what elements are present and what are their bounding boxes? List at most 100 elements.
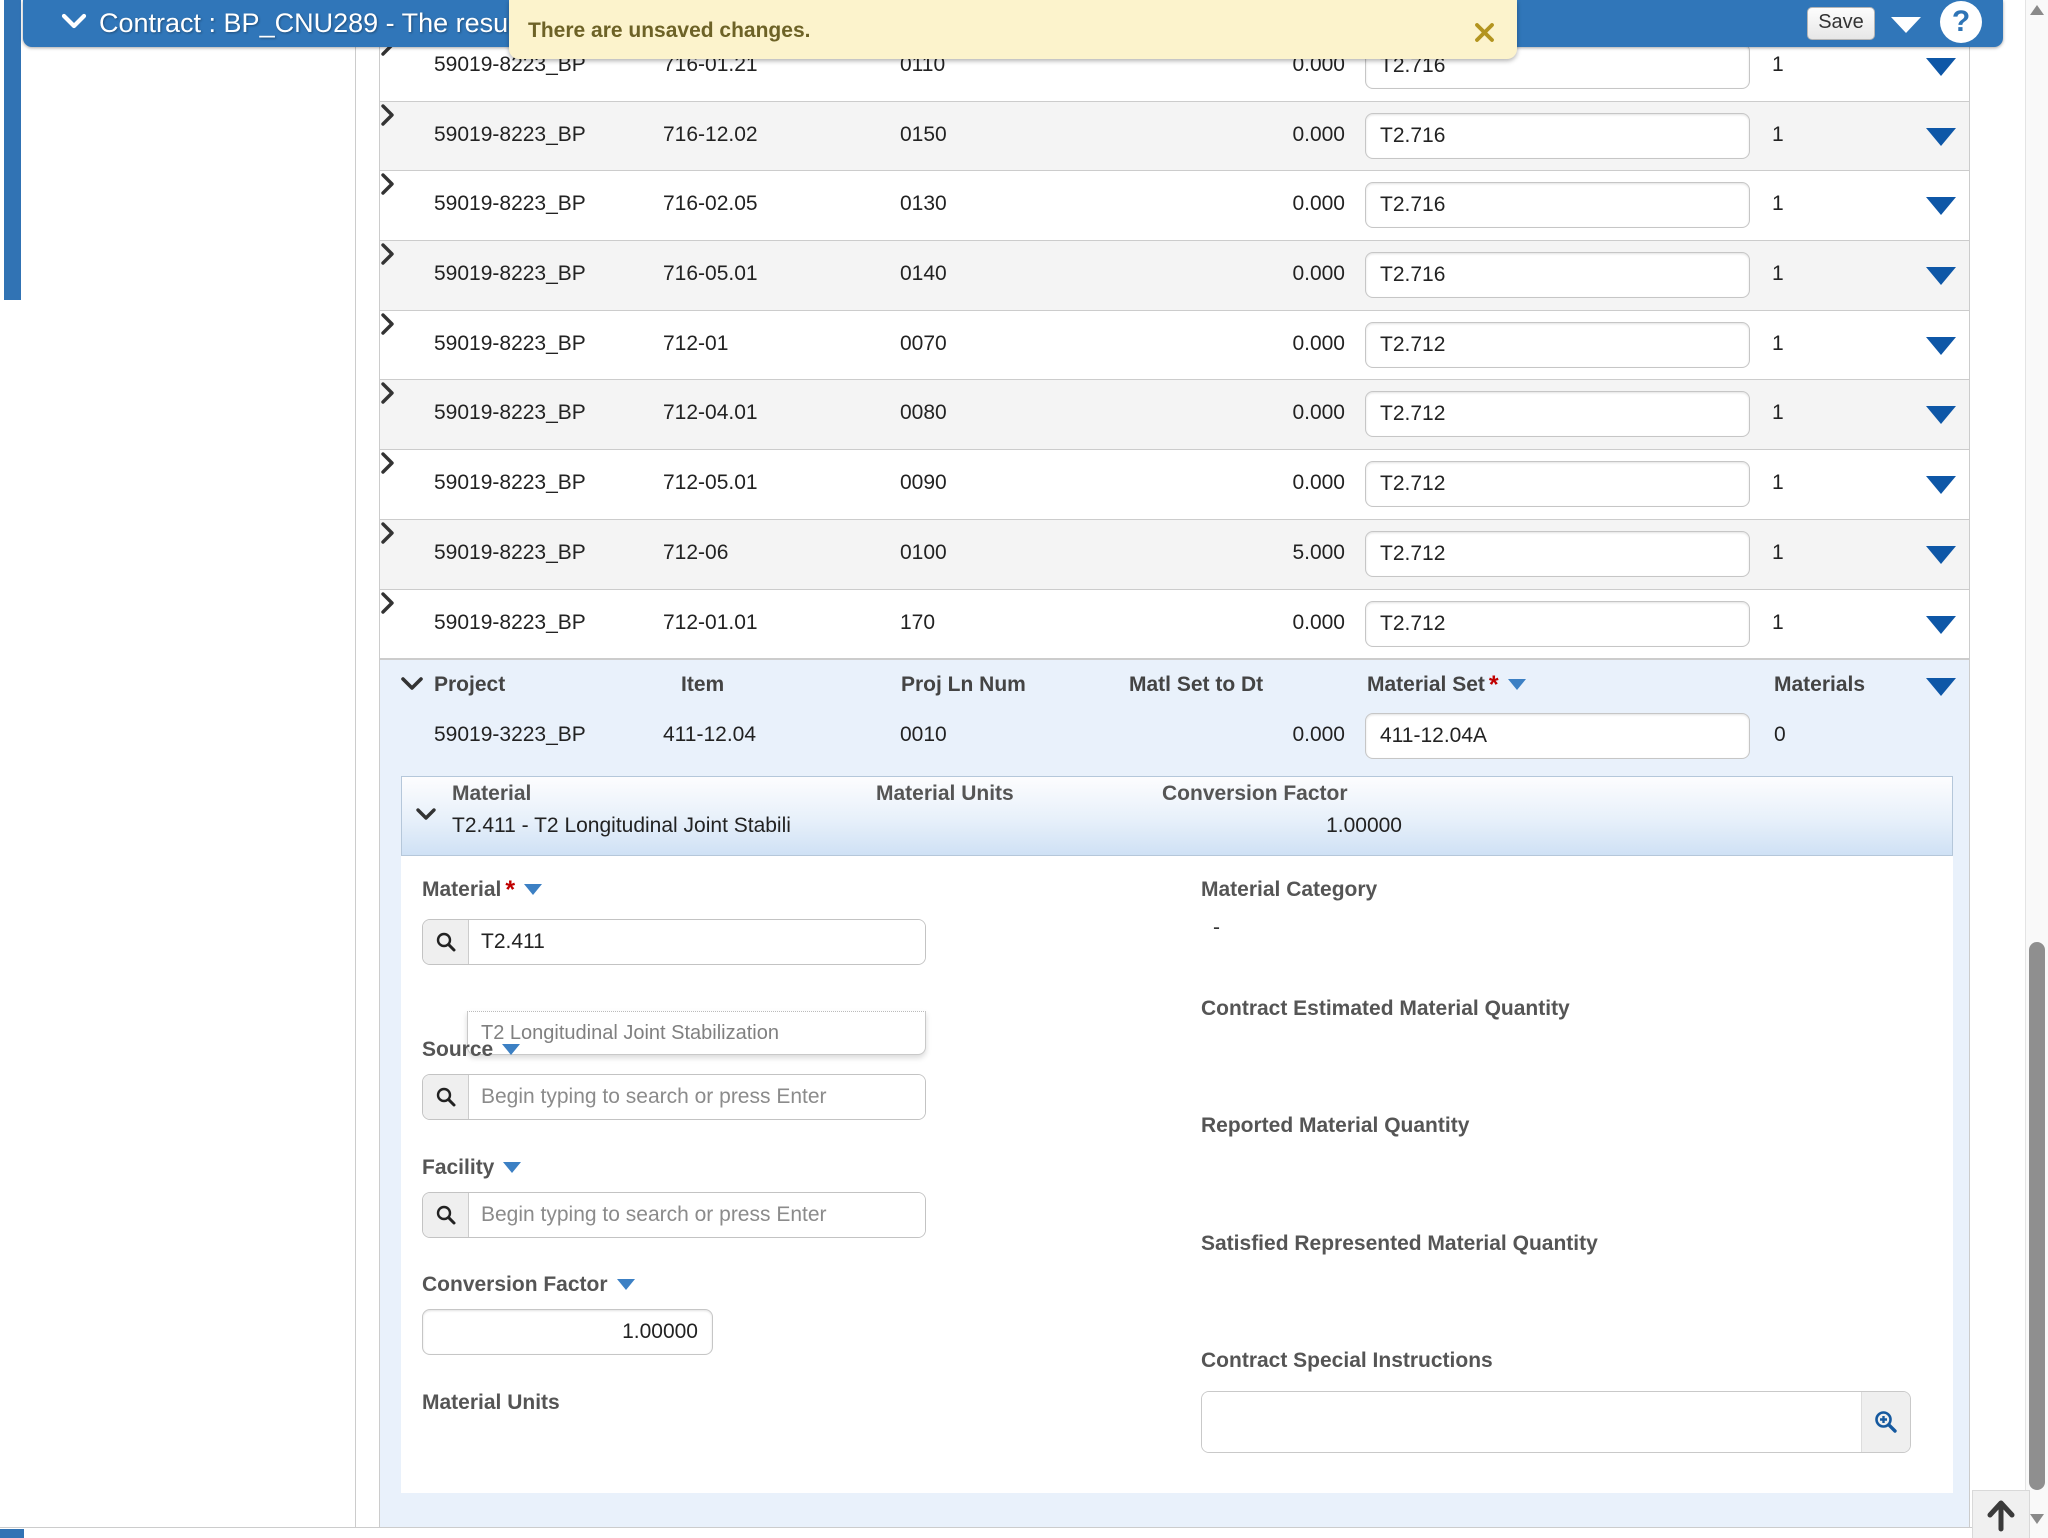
facility-search-input[interactable] <box>469 1193 925 1237</box>
scrollbar-thumb[interactable] <box>2029 942 2045 1490</box>
chevron-right-icon[interactable] <box>380 45 395 62</box>
satisfied-quantity-label: Satisfied Represented Material Quantity <box>1201 1231 1598 1257</box>
left-edge-strip <box>4 0 21 300</box>
source-search-input[interactable] <box>469 1075 925 1119</box>
left-edge-strip-bottom <box>0 1529 24 1538</box>
row-actions-dropdown-icon[interactable] <box>1926 58 1956 76</box>
material-set-input[interactable] <box>1365 113 1750 159</box>
material-sets-table: 59019-8223_BP 716-01.21 0110 0.000 1 590… <box>379 32 1970 659</box>
project-cell: 59019-8223_BP <box>434 262 586 286</box>
matl-set-to-dt-cell: 0.000 <box>1140 611 1345 635</box>
material-set-input[interactable] <box>1365 601 1750 647</box>
project-cell: 59019-8223_BP <box>434 471 586 495</box>
material-set-input[interactable] <box>1365 322 1750 368</box>
row-actions-dropdown-icon[interactable] <box>1926 476 1956 494</box>
row-actions-dropdown-icon[interactable] <box>1926 337 1956 355</box>
chevron-right-icon[interactable] <box>380 533 395 550</box>
materials-count-cell: 1 <box>1772 332 1784 356</box>
row-actions-dropdown-icon[interactable] <box>1926 128 1956 146</box>
subcolumn-header-conversion-factor: Conversion Factor <box>1162 782 1348 806</box>
material-set-header-dropdown-icon[interactable] <box>1508 679 1526 690</box>
item-cell: 716-05.01 <box>663 262 758 286</box>
conversion-factor-cell: 1.00000 <box>1102 814 1402 838</box>
subcolumn-header-material-units: Material Units <box>876 782 1014 806</box>
vertical-scrollbar[interactable] <box>2025 0 2048 1538</box>
conversion-factor-input[interactable] <box>422 1309 713 1355</box>
search-icon <box>423 920 469 964</box>
chevron-right-icon[interactable] <box>380 184 395 201</box>
proj-ln-num-cell: 0080 <box>900 401 947 425</box>
row-actions-dropdown-icon[interactable] <box>1926 267 1956 285</box>
close-icon[interactable] <box>1474 22 1495 48</box>
project-cell: 59019-8223_BP <box>434 541 586 565</box>
table-row[interactable]: 59019-8223_BP 716-05.01 0140 0.000 1 <box>380 241 1969 311</box>
chevron-right-icon[interactable] <box>380 324 395 341</box>
project-cell: 59019-8223_BP <box>434 401 586 425</box>
material-suggestion-item[interactable]: T2 Longitudinal Joint Stabilization <box>467 1011 926 1055</box>
table-row[interactable]: 59019-8223_BP 712-01.01 170 0.000 1 <box>380 590 1969 660</box>
project-cell: 59019-8223_BP <box>434 332 586 356</box>
row-actions-dropdown-icon[interactable] <box>1926 197 1956 215</box>
material-set-input[interactable] <box>1365 182 1750 228</box>
conversion-factor-label-dropdown-icon[interactable] <box>617 1279 635 1290</box>
special-instructions-field <box>1201 1391 1911 1453</box>
source-field-label: Source <box>422 1037 520 1063</box>
material-search-input[interactable] <box>469 920 925 964</box>
content-bottom-border <box>0 1527 2010 1528</box>
page-title: Contract : BP_CNU289 - The resu <box>99 8 508 39</box>
materials-count-cell: 1 <box>1772 401 1784 425</box>
help-icon[interactable]: ? <box>1940 1 1982 43</box>
matl-set-to-dt-cell: 0.000 <box>1140 401 1345 425</box>
material-set-input[interactable] <box>1365 461 1750 507</box>
sidebar-divider <box>355 47 356 1527</box>
table-row[interactable]: 59019-8223_BP 716-02.05 0130 0.000 1 <box>380 171 1969 241</box>
chevron-down-icon[interactable] <box>399 676 425 697</box>
material-units-label: Material Units <box>422 1390 560 1416</box>
table-row[interactable]: 59019-8223_BP 716-12.02 0150 0.000 1 <box>380 102 1969 172</box>
item-cell: 411-12.04 <box>663 723 756 747</box>
source-label-dropdown-icon[interactable] <box>502 1044 520 1055</box>
save-dropdown-icon[interactable] <box>1891 17 1921 33</box>
item-cell: 716-12.02 <box>663 123 758 147</box>
column-header-material-set: Material Set* <box>1367 673 1526 697</box>
subcolumn-header-material: Material <box>452 782 531 806</box>
material-set-input[interactable] <box>1365 252 1750 298</box>
section-actions-dropdown-icon[interactable] <box>1926 678 1956 696</box>
save-button[interactable]: Save <box>1807 7 1875 40</box>
material-subtable: Material Material Units Conversion Facto… <box>401 776 1953 856</box>
table-row[interactable]: 59019-8223_BP 712-05.01 0090 0.000 1 <box>380 450 1969 520</box>
scroll-to-top-button[interactable] <box>1972 1490 2030 1538</box>
material-set-input[interactable] <box>1365 391 1750 437</box>
chevron-right-icon[interactable] <box>380 463 395 480</box>
material-category-value: - <box>1213 916 1220 940</box>
table-row[interactable]: 59019-8223_BP 712-04.01 0080 0.000 1 <box>380 380 1969 450</box>
row-actions-dropdown-icon[interactable] <box>1926 406 1956 424</box>
row-actions-dropdown-icon[interactable] <box>1926 546 1956 564</box>
special-instructions-textarea[interactable] <box>1202 1392 1861 1452</box>
material-search-combo <box>422 919 926 965</box>
row-actions-dropdown-icon[interactable] <box>1926 616 1956 634</box>
facility-label-dropdown-icon[interactable] <box>503 1162 521 1173</box>
chevron-down-icon[interactable] <box>59 12 89 37</box>
scrollbar-down-arrow[interactable] <box>2030 1514 2044 1524</box>
column-header-proj-ln-num: Proj Ln Num <box>901 673 1026 697</box>
chevron-right-icon[interactable] <box>380 603 395 620</box>
table-row[interactable]: 59019-8223_BP 712-06 0100 5.000 1 <box>380 520 1969 590</box>
item-cell: 712-01 <box>663 332 728 356</box>
matl-set-to-dt-cell: 5.000 <box>1140 541 1345 565</box>
chevron-right-icon[interactable] <box>380 115 395 132</box>
chevron-down-icon[interactable] <box>414 807 438 827</box>
material-label-dropdown-icon[interactable] <box>524 884 542 895</box>
material-set-input[interactable] <box>1365 713 1750 759</box>
special-instructions-label: Contract Special Instructions <box>1201 1348 1493 1374</box>
chevron-right-icon[interactable] <box>380 254 395 271</box>
materials-count-cell: 0 <box>1774 723 1786 747</box>
scrollbar-up-arrow[interactable] <box>2030 5 2044 15</box>
material-set-input[interactable] <box>1365 531 1750 577</box>
app-window: 59019-8223_BP 716-01.21 0110 0.000 1 590… <box>0 0 2048 1538</box>
required-asterisk: * <box>1489 671 1499 699</box>
column-header-item: Item <box>681 673 724 697</box>
chevron-right-icon[interactable] <box>380 393 395 410</box>
zoom-in-icon[interactable] <box>1861 1392 1910 1452</box>
table-row[interactable]: 59019-8223_BP 712-01 0070 0.000 1 <box>380 311 1969 381</box>
